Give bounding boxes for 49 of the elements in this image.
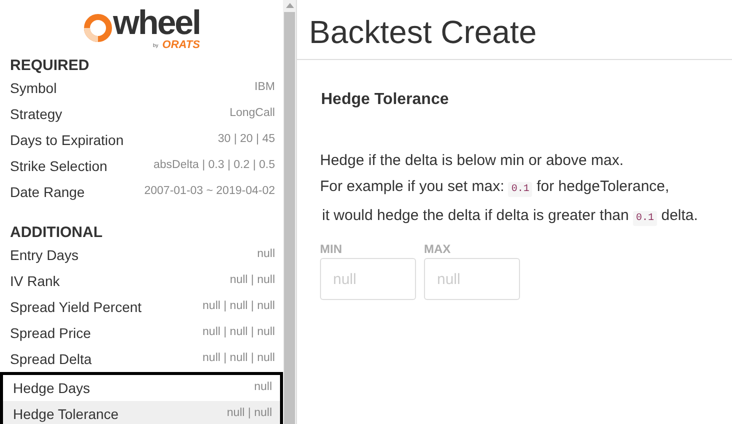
item-value: LongCall xyxy=(230,106,275,122)
sidebar-item[interactable]: IV Rank null | null xyxy=(0,268,283,294)
item-label: Date Range xyxy=(10,182,85,202)
description-text: it would hedge the delta if delta is greater than 0.1 delta. xyxy=(321,206,699,228)
item-value: null | null | null xyxy=(202,299,275,314)
item-label: Spread Price xyxy=(10,324,91,343)
item-value: null xyxy=(257,247,275,262)
description-text: Hedge if the delta is below min or above max. xyxy=(320,151,624,171)
sidebar-item[interactable]: Entry Days null xyxy=(0,242,283,268)
sidebar-item[interactable]: Spread Price null | null | null xyxy=(0,320,283,346)
item-value: null | null xyxy=(226,406,272,422)
sidebar-item[interactable]: Symbol IBM xyxy=(0,75,283,101)
logo-brand: ORATS xyxy=(162,40,200,50)
item-label: Symbol xyxy=(10,78,57,98)
item-label: Spread Delta xyxy=(10,350,92,369)
item-label: Entry Days xyxy=(10,246,78,265)
item-label: Spread Yield Percent xyxy=(10,298,142,317)
ring-logo-icon xyxy=(83,13,113,43)
description-text: For example if you set max: 0.1 for hedgeTolerance, xyxy=(320,177,670,199)
sidebar-item[interactable]: Strike Selection absDelta | 0.3 | 0.2 | 0.5 xyxy=(0,153,283,179)
sidebar-item[interactable]: Hedge Tolerance null | null xyxy=(3,401,280,424)
page-title: Backtest Create xyxy=(297,0,732,60)
item-value: null xyxy=(254,380,272,396)
item-label: Days to Expiration xyxy=(10,130,124,150)
item-value: IBM xyxy=(254,80,275,96)
item-label: Hedge Days xyxy=(13,378,90,398)
field-label: MAX xyxy=(424,241,452,258)
sidebar-item[interactable]: Strategy LongCall xyxy=(0,101,283,127)
item-label: IV Rank xyxy=(10,272,60,290)
sidebar-item[interactable]: Spread Delta null | null | null xyxy=(0,346,283,372)
item-label: Hedge Tolerance xyxy=(13,404,119,424)
sidebar-item[interactable]: Hedge Days null xyxy=(3,375,280,401)
sidebar-item[interactable]: Days to Expiration 30 | 20 | 45 xyxy=(0,127,283,153)
item-label: Strike Selection xyxy=(10,156,108,176)
item-label: Strategy xyxy=(10,104,62,124)
item-value: null | null | null xyxy=(202,351,275,366)
field-label: MIN xyxy=(320,241,343,258)
scrollbar[interactable] xyxy=(283,0,297,424)
item-value: 30 | 20 | 45 xyxy=(218,132,275,148)
logo-wordmark: wheel xyxy=(113,6,200,40)
item-value: 2007-01-03 ~ 2019-04-02 xyxy=(144,184,275,200)
section-title: Hedge Tolerance xyxy=(321,90,450,110)
section-heading: ADDITIONAL xyxy=(9,223,104,242)
item-value: null | null | null xyxy=(202,325,275,340)
sidebar-item[interactable]: Spread Yield Percent null | null | null xyxy=(0,294,283,320)
item-value: absDelta | 0.3 | 0.2 | 0.5 xyxy=(154,158,275,174)
sidebar-item[interactable]: Date Range 2007-01-03 ~ 2019-04-02 xyxy=(0,179,283,205)
section-heading: REQUIRED xyxy=(9,56,90,75)
item-value: null | null xyxy=(230,273,275,288)
